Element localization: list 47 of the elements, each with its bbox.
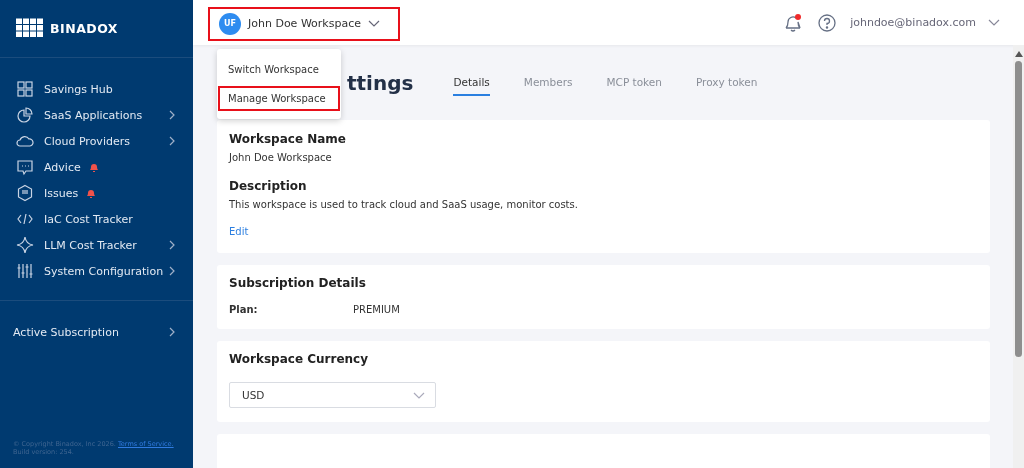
sparkle-icon [16, 236, 34, 254]
chevron-down-icon [988, 19, 1000, 26]
nav-item[interactable]: System Configuration [0, 258, 193, 284]
bell-icon [88, 161, 99, 173]
bell-icon [86, 187, 97, 199]
chevron-down-icon [413, 391, 425, 399]
grid-icon [16, 80, 34, 98]
logo-text: BINADOX [50, 20, 118, 36]
chevron-right-icon [169, 327, 175, 337]
avatar: UF [219, 12, 241, 35]
nav-item[interactable]: Advice [0, 154, 193, 180]
nav-item[interactable]: IaC Cost Tracker [0, 206, 193, 232]
description-text: This workspace is used to track cloud and SaaS usage, monitor costs. [229, 199, 579, 210]
nav-item[interactable]: Savings Hub [0, 76, 193, 102]
currency-select[interactable]: USD [229, 382, 436, 408]
menu-item[interactable]: Manage Workspace [218, 86, 340, 111]
section-heading: Workspace Currency [229, 352, 369, 366]
notification-bell-icon[interactable] [784, 12, 803, 33]
plan-value: PREMIUM [353, 304, 400, 315]
page-title: ttings [347, 70, 414, 95]
chevron-right-icon [169, 136, 175, 146]
section-heading: Subscription Details [229, 276, 367, 290]
chevron-right-icon [169, 110, 175, 120]
section-heading: Workspace Name [229, 132, 347, 146]
pie-chart-icon [16, 106, 34, 124]
plan-label: Plan: [229, 304, 259, 315]
subscription-item[interactable]: Active Subscription [0, 319, 193, 345]
user-menu[interactable]: johndoe@binadox.com [850, 16, 1000, 29]
sliders-icon [16, 262, 34, 280]
logo-icon [15, 18, 45, 38]
scroll-up-icon[interactable] [1014, 51, 1023, 57]
nav-item[interactable]: SaaS Applications [0, 102, 193, 128]
chevron-right-icon [169, 240, 175, 250]
edit-link[interactable]: Edit [229, 226, 249, 237]
nav-item[interactable]: Cloud Providers [0, 128, 193, 154]
tab[interactable]: Details [453, 69, 490, 96]
section-heading: Description [229, 179, 308, 193]
menu-item[interactable]: Switch Workspace [218, 57, 340, 82]
help-icon[interactable] [818, 13, 837, 32]
hexagon-icon [16, 184, 34, 202]
chevron-right-icon [169, 266, 175, 276]
chat-icon [16, 158, 34, 176]
nav-item[interactable]: LLM Cost Tracker [0, 232, 193, 258]
nav-item[interactable]: Issues [0, 180, 193, 206]
chevron-down-icon [368, 20, 380, 27]
workspace-name: John Doe Workspace [229, 152, 333, 163]
workspace-switcher[interactable]: UF John Doe Workspace [208, 6, 400, 41]
